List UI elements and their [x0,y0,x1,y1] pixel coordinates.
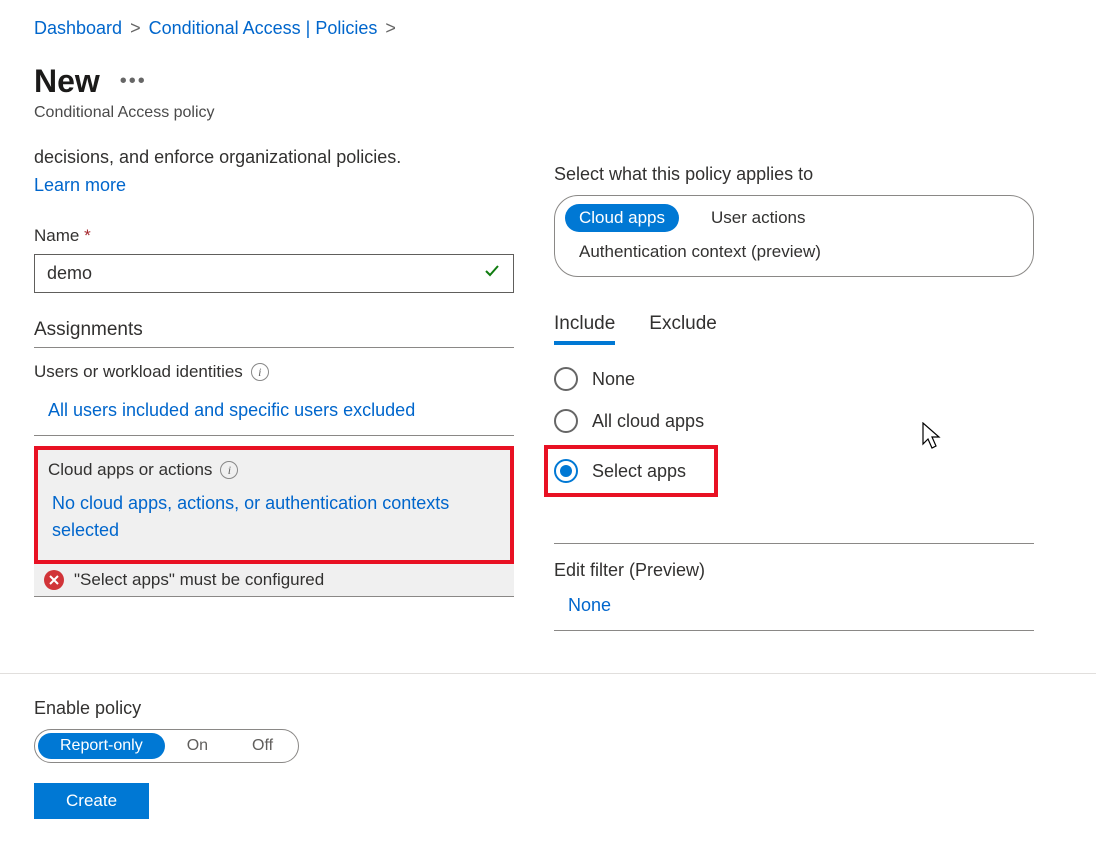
tab-exclude[interactable]: Exclude [649,313,717,345]
chevron-right-icon: > [385,18,396,39]
segment-cloud-apps[interactable]: Cloud apps [565,204,679,232]
segment-user-actions[interactable]: User actions [697,204,819,232]
cloud-apps-summary-link[interactable]: No cloud apps, actions, or authenticatio… [38,490,510,560]
edit-filter-value[interactable]: None [568,595,1034,616]
info-icon[interactable]: i [220,461,238,479]
info-icon[interactable]: i [251,363,269,381]
include-exclude-tabs: Include Exclude [554,313,1034,345]
error-text: "Select apps" must be configured [74,570,324,590]
enable-policy-label: Enable policy [34,698,1062,719]
users-summary-link[interactable]: All users included and specific users ex… [34,396,514,436]
create-button[interactable]: Create [34,783,149,819]
radio-label: All cloud apps [592,411,704,432]
intro-text: decisions, and enforce organizational po… [34,144,514,171]
enable-policy-toggle: Report-only On Off [34,729,299,763]
name-label: Name * [34,226,514,246]
select-apps-highlight: Select apps [544,445,718,497]
breadcrumb-link-dashboard[interactable]: Dashboard [34,18,122,39]
tab-include[interactable]: Include [554,313,615,345]
cloud-apps-subsection[interactable]: Cloud apps or actions i [38,460,510,480]
toggle-off[interactable]: Off [230,733,295,759]
segment-auth-context[interactable]: Authentication context (preview) [565,238,835,266]
applies-to-segmented: Cloud apps User actions Authentication c… [554,195,1034,277]
cloud-apps-highlight: Cloud apps or actions i No cloud apps, a… [34,446,514,564]
toggle-on[interactable]: On [165,733,230,759]
radio-label: None [592,369,635,390]
validation-error: "Select apps" must be configured [34,564,514,597]
radio-select-apps[interactable]: Select apps [554,459,686,483]
radio-label: Select apps [592,461,686,482]
breadcrumb: Dashboard > Conditional Access | Policie… [34,18,1062,39]
checkmark-icon [482,261,502,287]
learn-more-link[interactable]: Learn more [34,175,126,196]
required-star-icon: * [84,226,91,245]
radio-all-cloud-apps[interactable]: All cloud apps [554,409,1034,433]
page-title: New [34,63,100,100]
page-subtitle: Conditional Access policy [34,104,1062,122]
error-icon [44,570,64,590]
users-subsection[interactable]: Users or workload identities i [34,362,514,382]
radio-none[interactable]: None [554,367,1034,391]
edit-filter-label: Edit filter (Preview) [554,560,1034,581]
name-input[interactable] [34,254,514,293]
cloud-apps-label: Cloud apps or actions [48,460,212,480]
more-actions-icon[interactable]: ••• [120,70,147,93]
chevron-right-icon: > [130,18,141,39]
breadcrumb-link-conditional-access[interactable]: Conditional Access | Policies [149,18,378,39]
users-label: Users or workload identities [34,362,243,382]
applies-to-label: Select what this policy applies to [554,164,1034,185]
toggle-report-only[interactable]: Report-only [38,733,165,759]
assignments-header: Assignments [34,319,514,348]
